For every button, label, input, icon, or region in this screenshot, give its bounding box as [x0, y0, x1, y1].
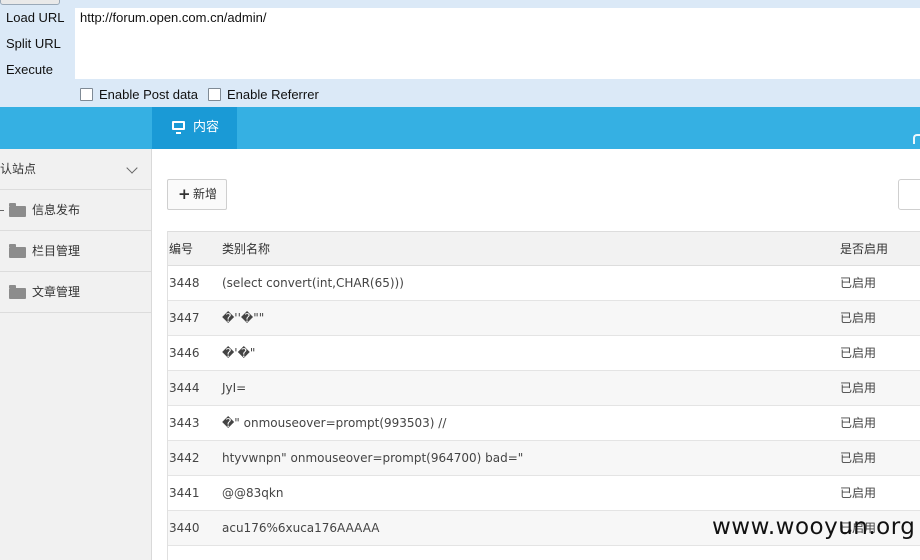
row-id: 3447 [169, 311, 200, 325]
watermark: www.wooyun.org [712, 514, 916, 540]
enable-post-data-checkbox[interactable]: Enable Post data [80, 87, 198, 103]
sidebar-item-label: 栏目管理 [32, 244, 81, 258]
table-row[interactable] [168, 546, 920, 560]
row-name: (select convert(int,CHAR(65))) [222, 276, 404, 290]
row-id: 3443 [169, 416, 200, 430]
topbar-edge-glyph [913, 134, 920, 144]
tree-minus-icon [0, 210, 4, 211]
search-input[interactable] [898, 179, 920, 210]
row-id: 3444 [169, 381, 200, 395]
enable-referrer-checkbox[interactable]: Enable Referrer [208, 87, 319, 103]
sidebar-item-label: 文章管理 [32, 285, 81, 299]
table-row[interactable]: 3447 �''�"" 已启用 [168, 301, 920, 336]
folder-icon [9, 203, 26, 217]
row-name: JyI= [222, 381, 247, 395]
execute-button[interactable]: Execute [6, 60, 53, 80]
table-header: 编号 类别名称 是否启用 [168, 231, 920, 266]
plus-icon: + [178, 185, 191, 203]
row-name: @@83qkn [222, 486, 284, 500]
row-name: �" onmouseover=prompt(993503) // [222, 416, 447, 430]
category-table: 编号 类别名称 是否启用 3448 (select convert(int,CH… [167, 231, 920, 560]
sidebar-item-info-publish[interactable]: 信息发布 [0, 190, 151, 231]
row-status: 已启用 [840, 486, 877, 500]
sidebar-item-column-manage[interactable]: 栏目管理 [0, 231, 151, 272]
row-status: 已启用 [840, 346, 877, 360]
table-row[interactable]: 3442 htyvwnpn" onmouseover=prompt(964700… [168, 441, 920, 476]
table-row[interactable]: 3441 @@83qkn 已启用 [168, 476, 920, 511]
enable-post-data-label: Enable Post data [99, 87, 199, 102]
hackbar-panel: Load URL Split URL Execute http://forum.… [0, 0, 920, 107]
table-row[interactable]: 3448 (select convert(int,CHAR(65))) 已启用 [168, 266, 920, 301]
folder-icon [9, 285, 26, 299]
row-id: 3442 [169, 451, 200, 465]
row-name: htyvwnpn" onmouseover=prompt(964700) bad… [222, 451, 524, 465]
row-id: 3448 [169, 276, 200, 290]
url-input[interactable]: http://forum.open.com.cn/admin/ [75, 8, 920, 79]
folder-icon [9, 244, 26, 258]
row-status: 已启用 [840, 451, 877, 465]
site-select-label: 默认站点 [0, 162, 37, 176]
load-url-button[interactable]: Load URL [6, 8, 65, 28]
sidebar-item-label: 信息发布 [32, 203, 81, 217]
chevron-down-icon [126, 162, 138, 174]
row-name: �''�"" [222, 311, 265, 325]
add-button[interactable]: + 新增 [167, 179, 227, 210]
table-row[interactable]: 3443 �" onmouseover=prompt(993503) // 已启… [168, 406, 920, 441]
row-status: 已启用 [840, 276, 877, 290]
split-url-button[interactable]: Split URL [6, 34, 61, 54]
row-id: 3441 [169, 486, 200, 500]
monitor-icon [172, 121, 185, 134]
row-name: acu176%6xuca176AAAAA [222, 521, 380, 535]
toolbar-button-stub[interactable] [0, 0, 60, 5]
tab-content-label: 内容 [193, 120, 220, 135]
row-status: 已启用 [840, 381, 877, 395]
sidebar: 默认站点 信息发布 栏目管理 文章管理 [0, 149, 152, 560]
row-status: 已启用 [840, 416, 877, 430]
row-id: 3440 [169, 521, 200, 535]
row-name: �'�" [222, 346, 256, 360]
row-id: 3446 [169, 346, 200, 360]
checkbox-box[interactable] [80, 88, 93, 101]
sidebar-item-article-manage[interactable]: 文章管理 [0, 272, 151, 313]
row-status: 已启用 [840, 311, 877, 325]
site-select-dropdown[interactable]: 默认站点 [0, 149, 151, 190]
table-row[interactable]: 3446 �'�" 已启用 [168, 336, 920, 371]
enable-referrer-label: Enable Referrer [227, 87, 319, 102]
checkbox-box[interactable] [208, 88, 221, 101]
column-header-status[interactable]: 是否启用 [840, 232, 888, 266]
table-row[interactable]: 3444 JyI= 已启用 [168, 371, 920, 406]
tab-content[interactable]: 内容 [152, 107, 237, 149]
column-header-name[interactable]: 类别名称 [222, 232, 270, 266]
column-header-id[interactable]: 编号 [169, 232, 193, 266]
admin-top-bar: 内容 [0, 107, 920, 149]
add-button-label: 新增 [193, 187, 218, 201]
